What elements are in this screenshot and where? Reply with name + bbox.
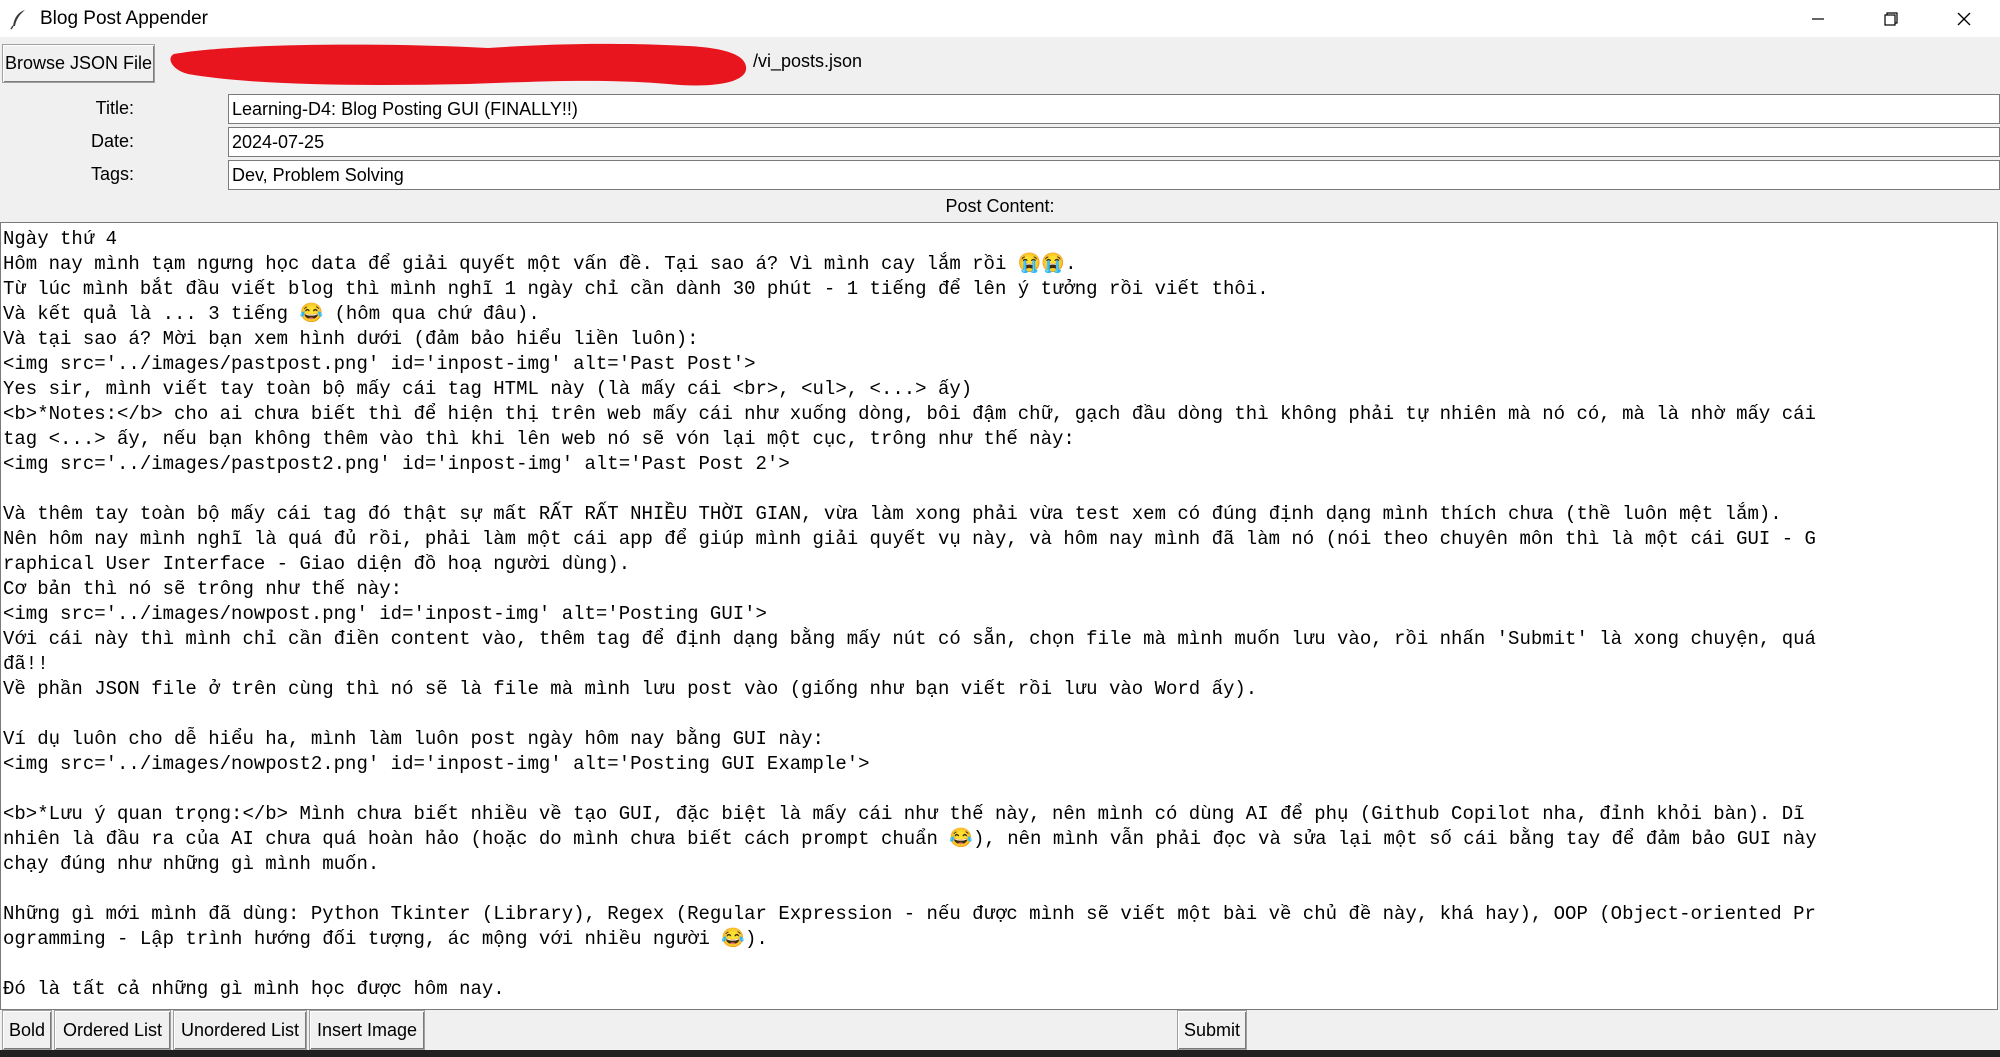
content-line: Hôm nay mình tạm ngưng học data để giải … [3, 253, 1077, 275]
tags-input[interactable]: Dev, Problem Solving [228, 160, 2000, 190]
insert-image-button[interactable]: Insert Image [309, 1010, 425, 1050]
feather-icon [10, 9, 25, 29]
content-line: Và thêm tay toàn bộ mấy cái tag đó thật … [3, 503, 1782, 525]
file-path-text: /vi_posts.json [753, 51, 863, 71]
date-input[interactable]: 2024-07-25 [228, 127, 2000, 157]
date-label: Date: [90, 131, 134, 151]
content-line: Ví dụ luôn cho dễ hiểu ha, mình làm luôn… [3, 728, 824, 750]
content-line: Nên hôm nay mình nghĩ là quá đủ rồi, phả… [3, 528, 1816, 550]
minimize-icon [1811, 17, 1824, 20]
tags-label: Tags: [90, 164, 134, 184]
content-line: raphical User Interface - Giao diện đồ h… [3, 553, 631, 575]
content-line [3, 477, 1997, 502]
content-line [3, 777, 1997, 802]
content-line: <b>*Lưu ý quan trọng:</b> Mình chưa biết… [3, 803, 1805, 825]
window-title: Blog Post Appender [40, 7, 208, 29]
content-line: <img src='../images/pastpost.png' id='in… [3, 353, 756, 375]
content-line: <b>*Notes:</b> cho ai chưa biết thì để h… [3, 403, 1816, 425]
file-row: Browse JSON File /vi_posts.json [0, 38, 2000, 88]
content-line: Ngày thứ 4 [3, 228, 118, 250]
format-toolbar: Bold Ordered List Unordered List Insert … [0, 1010, 2000, 1050]
content-line: Đó là tất cả những gì mình học được hôm … [3, 978, 505, 1000]
content-line: nhiên là đầu ra của AI chưa quá hoàn hảo… [3, 828, 1817, 850]
content-line [3, 877, 1997, 902]
content-line: Yes sir, mình viết tay toàn bộ mấy cái t… [3, 378, 973, 400]
restore-icon [1883, 11, 1898, 26]
content-line [3, 702, 1997, 727]
content-line: Và tại sao á? Mời bạn xem hình dưới (đảm… [3, 328, 699, 350]
title-label: Title: [95, 98, 134, 118]
taskbar-edge [0, 1050, 2000, 1057]
post-content-textarea[interactable]: Ngày thứ 4 Hôm nay mình tạm ngưng học dat… [0, 222, 1998, 1010]
close-button[interactable] [1927, 0, 2000, 37]
minimize-button[interactable] [1781, 0, 1854, 37]
content-line: <img src='../images/nowpost.png' id='inp… [3, 603, 767, 625]
post-content-text: Ngày thứ 4 Hôm nay mình tạm ngưng học dat… [1, 223, 1997, 1002]
content-line: chạy đúng như những gì mình muốn. [3, 853, 380, 875]
content-line: đã!! [3, 653, 49, 675]
content-line: Những gì mới mình đã dùng: Python Tkinte… [3, 903, 1816, 925]
content-line: Và kết quả là ... 3 tiếng 😂 (hôm qua chứ… [3, 303, 540, 325]
close-icon [1957, 12, 1970, 25]
window-titlebar: Blog Post Appender [0, 0, 2000, 37]
bold-button[interactable]: Bold [2, 1010, 52, 1050]
title-input[interactable]: Learning-D4: Blog Posting GUI (FINALLY!!… [228, 94, 2000, 124]
content-line: <img src='../images/pastpost2.png' id='i… [3, 453, 790, 475]
content-line [3, 952, 1997, 977]
submit-button[interactable]: Submit [1177, 1010, 1247, 1050]
content-line: Về phần JSON file ở trên cùng thì nó sẽ … [3, 678, 1258, 700]
ordered-list-button[interactable]: Ordered List [54, 1010, 171, 1050]
content-line: tag <...> ấy, nếu bạn không thêm vào thì… [3, 428, 1075, 450]
browse-json-button[interactable]: Browse JSON File [2, 44, 155, 83]
content-line: Với cái này thì mình chỉ cần điền conten… [3, 628, 1816, 650]
redaction-mark [170, 43, 747, 86]
restore-button[interactable] [1854, 0, 1927, 37]
unordered-list-button[interactable]: Unordered List [173, 1010, 307, 1050]
content-line: <img src='../images/nowpost2.png' id='in… [3, 753, 870, 775]
content-line: ogramming - Lập trình hướng đối tượng, á… [3, 928, 768, 950]
post-content-label: Post Content: [945, 196, 1055, 216]
content-line: Cơ bản thì nó sẽ trông như thế này: [3, 578, 403, 600]
content-line: Từ lúc mình bắt đầu viết blog thì mình n… [3, 278, 1269, 300]
